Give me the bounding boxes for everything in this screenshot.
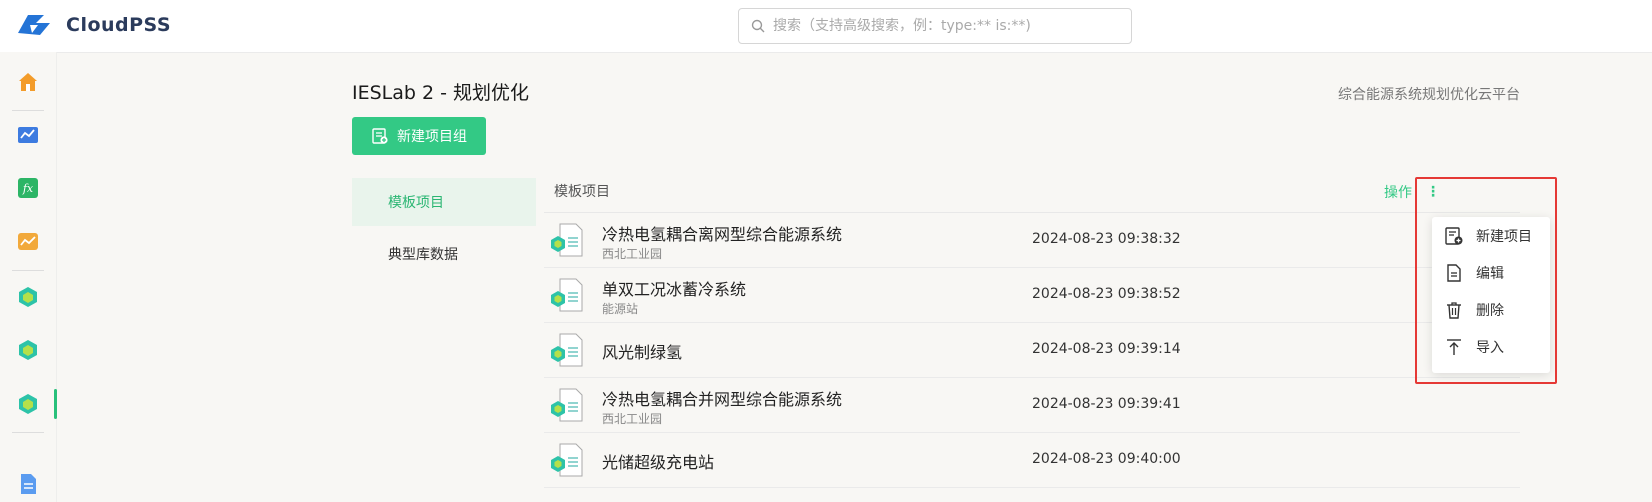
tab-template-projects[interactable]: 模板项目 xyxy=(352,178,536,226)
project-date: 2024-08-23 09:39:41 xyxy=(1032,396,1181,412)
project-desc: 能源站 xyxy=(602,302,639,316)
search-box[interactable] xyxy=(738,8,1132,44)
project-desc: 西北工业园 xyxy=(602,247,663,261)
operations-menu-trigger[interactable]: 操作 ⋮ xyxy=(1384,182,1440,202)
logo[interactable]: CloudPSS xyxy=(16,13,171,37)
project-file-icon xyxy=(551,443,583,477)
menu-item-label: 删除 xyxy=(1476,302,1504,319)
menu-item-delete[interactable]: 删除 xyxy=(1432,291,1550,328)
table-row[interactable]: 冷热电氢耦合并网型综合能源系统 西北工业园 2024-08-23 09:39:4… xyxy=(544,378,1520,433)
cloudpss-logo-icon xyxy=(18,15,50,35)
sidebar-divider xyxy=(12,270,44,271)
menu-item-label: 导入 xyxy=(1476,339,1504,356)
project-file-icon xyxy=(551,333,583,367)
project-name: 冷热电氢耦合并网型综合能源系统 xyxy=(602,390,843,409)
new-project-group-button[interactable]: 新建项目组 xyxy=(352,117,486,155)
list-header-title: 模板项目 xyxy=(554,184,610,200)
sidebar: fx xyxy=(0,52,57,502)
project-name: 冷热电氢耦合离网型综合能源系统 xyxy=(602,225,843,244)
menu-item-import[interactable]: 导入 xyxy=(1432,328,1550,365)
tab-label: 典型库数据 xyxy=(388,247,458,263)
search-icon xyxy=(751,19,765,33)
table-row[interactable]: 单双工况冰蓄冷系统 能源站 2024-08-23 09:38:52 xyxy=(544,268,1520,323)
import-icon xyxy=(1447,338,1461,355)
new-group-label: 新建项目组 xyxy=(397,129,467,145)
page-title: IESLab 2 - 规划优化 xyxy=(352,82,530,104)
project-name: 单双工况冰蓄冷系统 xyxy=(602,280,747,299)
ieslab-hex-icon[interactable] xyxy=(16,285,40,309)
menu-item-new-project[interactable]: 新建项目 xyxy=(1432,217,1550,254)
project-date: 2024-08-23 09:38:32 xyxy=(1032,231,1181,247)
new-project-icon xyxy=(1445,226,1463,245)
document-icon[interactable] xyxy=(16,472,40,496)
project-file-icon xyxy=(551,278,583,312)
top-bar: CloudPSS xyxy=(0,0,1652,53)
home-icon[interactable] xyxy=(16,70,40,94)
page-subtitle: 综合能源系统规划优化云平台 xyxy=(1338,87,1520,103)
menu-item-label: 新建项目 xyxy=(1476,228,1532,245)
svg-text:fx: fx xyxy=(22,182,34,195)
table-row[interactable]: 风光制绿氢 2024-08-23 09:39:14 xyxy=(544,323,1520,378)
new-group-icon xyxy=(372,128,388,144)
operations-dropdown: 新建项目 编辑 删除 导入 xyxy=(1432,217,1550,373)
ieslab-hex-icon[interactable] xyxy=(16,392,40,416)
tab-typical-library[interactable]: 典型库数据 xyxy=(352,230,536,278)
project-file-icon xyxy=(551,223,583,257)
trend-chart-icon[interactable] xyxy=(16,230,40,254)
project-list: 模板项目 操作 ⋮ 冷热电氢耦合离网型综合能源系统 西北工业园 2024-08-… xyxy=(544,170,1520,488)
category-tabs: 模板项目 典型库数据 xyxy=(352,178,536,282)
project-date: 2024-08-23 09:39:14 xyxy=(1032,341,1181,357)
ieslab-hex-icon[interactable] xyxy=(16,338,40,362)
sidebar-divider xyxy=(12,432,44,433)
menu-item-edit[interactable]: 编辑 xyxy=(1432,254,1550,291)
table-row[interactable]: 冷热电氢耦合离网型综合能源系统 西北工业园 2024-08-23 09:38:3… xyxy=(544,213,1520,268)
tab-label: 模板项目 xyxy=(388,195,444,211)
project-desc: 西北工业园 xyxy=(602,412,663,426)
table-row[interactable]: 光储超级充电站 2024-08-23 09:40:00 xyxy=(544,433,1520,488)
project-file-icon xyxy=(551,388,583,422)
operations-label: 操作 xyxy=(1384,185,1412,201)
more-vertical-icon: ⋮ xyxy=(1426,184,1440,200)
sidebar-active-indicator xyxy=(54,389,57,419)
sidebar-divider xyxy=(12,110,44,111)
function-icon[interactable]: fx xyxy=(16,176,40,200)
monitor-chart-icon[interactable] xyxy=(16,124,40,148)
menu-item-label: 编辑 xyxy=(1476,265,1504,282)
list-header: 模板项目 操作 ⋮ xyxy=(544,170,1520,213)
project-date: 2024-08-23 09:38:52 xyxy=(1032,286,1181,302)
project-name: 光储超级充电站 xyxy=(602,453,715,472)
brand-name: CloudPSS xyxy=(66,14,172,36)
edit-doc-icon xyxy=(1447,263,1461,282)
search-input[interactable] xyxy=(771,17,1115,35)
project-name: 风光制绿氢 xyxy=(602,343,683,362)
project-date: 2024-08-23 09:40:00 xyxy=(1032,451,1181,467)
trash-icon xyxy=(1447,301,1461,319)
